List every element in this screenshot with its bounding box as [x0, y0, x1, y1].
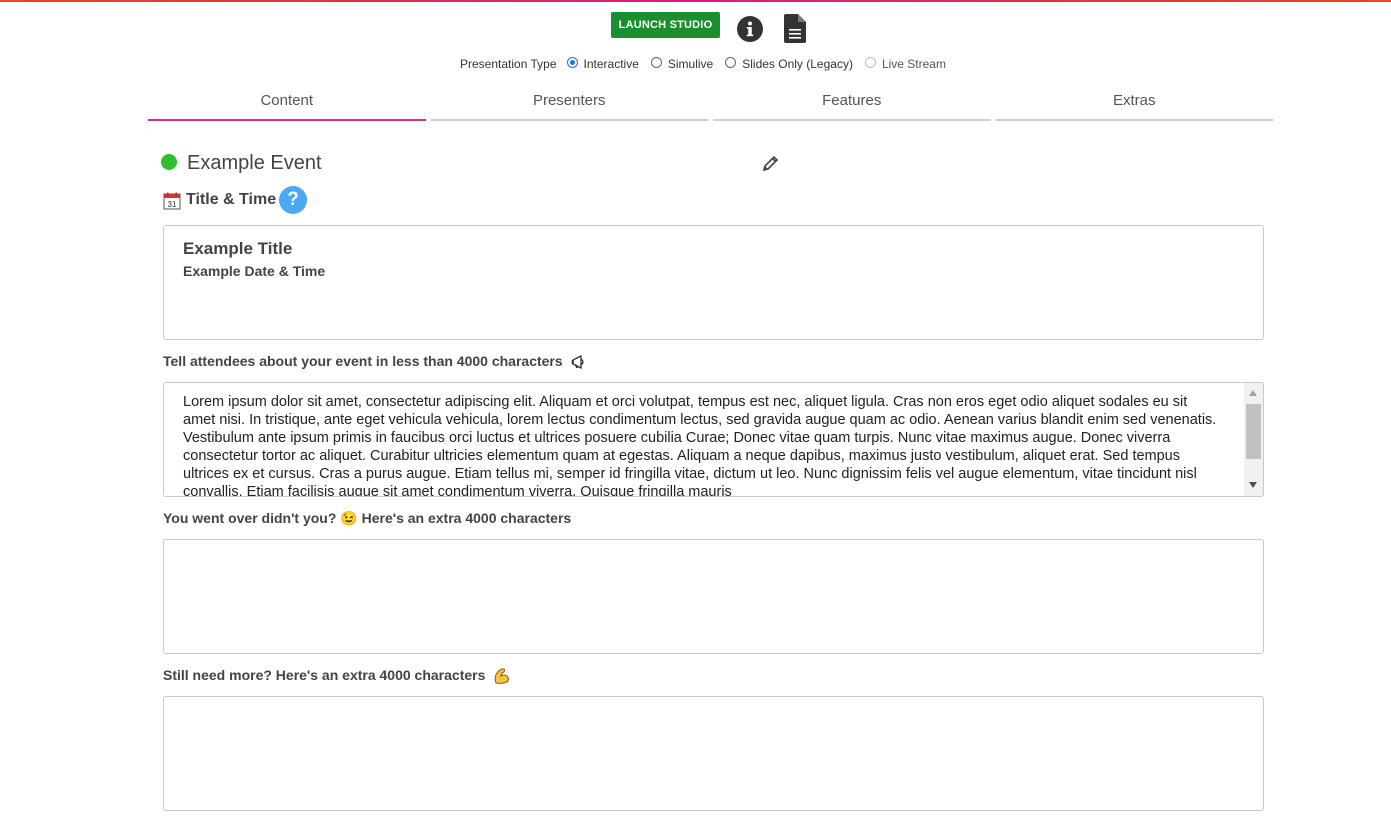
- description-scrollbar[interactable]: [1244, 383, 1263, 496]
- event-title: Example Title: [183, 239, 293, 258]
- svg-text:31: 31: [168, 200, 177, 209]
- event-name: Example Event: [187, 152, 322, 174]
- radio-slides-only[interactable]: [725, 56, 737, 68]
- title-time-heading: Title & Time: [186, 191, 277, 208]
- scroll-down-arrow-icon[interactable]: [1249, 482, 1257, 488]
- megaphone-icon: [571, 355, 584, 370]
- calendar-icon: 31: [163, 192, 181, 210]
- tab-extras[interactable]: Extras: [995, 88, 1273, 121]
- presentation-type-interactive[interactable]: Interactive: [566, 56, 639, 71]
- scroll-up-arrow-icon[interactable]: [1249, 390, 1257, 396]
- question-icon[interactable]: ?: [279, 186, 307, 214]
- description-text: Lorem ipsum dolor sit amet, consectetur …: [183, 394, 1217, 497]
- presentation-type-live-stream: Live Stream: [864, 56, 946, 71]
- info-circle-icon[interactable]: [736, 15, 764, 43]
- description-textarea[interactable]: Lorem ipsum dolor sit amet, consectetur …: [163, 382, 1264, 497]
- radio-live-stream: [864, 56, 876, 68]
- tab-content[interactable]: Content: [148, 88, 426, 121]
- presentation-type-label: Presentation Type: [460, 57, 557, 71]
- top-accent-line: [0, 0, 1391, 2]
- document-icon[interactable]: [784, 14, 806, 43]
- radio-simulive[interactable]: [650, 56, 662, 68]
- scroll-thumb[interactable]: [1246, 404, 1261, 459]
- presentation-type-simulive[interactable]: Simulive: [650, 56, 713, 71]
- title-time-box[interactable]: Example Title Example Date & Time: [163, 225, 1264, 340]
- extra2-label: Still need more? Here's an extra 4000 ch…: [163, 667, 511, 685]
- extra1-textarea[interactable]: [163, 539, 1264, 654]
- launch-studio-button[interactable]: LAUNCH STUDIO: [611, 12, 720, 38]
- tab-presenters[interactable]: Presenters: [430, 88, 708, 121]
- event-datetime: Example Date & Time: [183, 263, 326, 279]
- pencil-icon[interactable]: [762, 154, 780, 172]
- tab-bar: Content Presenters Features Extras: [148, 88, 1273, 122]
- event-status-indicator: [161, 154, 177, 170]
- description-label: Tell attendees about your event in less …: [163, 353, 589, 370]
- radio-interactive[interactable]: [566, 56, 578, 68]
- presentation-type-group: Presentation Type Interactive Simulive S…: [460, 55, 958, 73]
- presentation-type-slides-only[interactable]: Slides Only (Legacy): [725, 56, 853, 71]
- tab-features[interactable]: Features: [713, 88, 991, 121]
- extra2-textarea[interactable]: [163, 696, 1264, 811]
- flexed-biceps-icon: [494, 668, 510, 685]
- extra1-label: You went over didn't you? 😉 Here's an ex…: [163, 510, 572, 526]
